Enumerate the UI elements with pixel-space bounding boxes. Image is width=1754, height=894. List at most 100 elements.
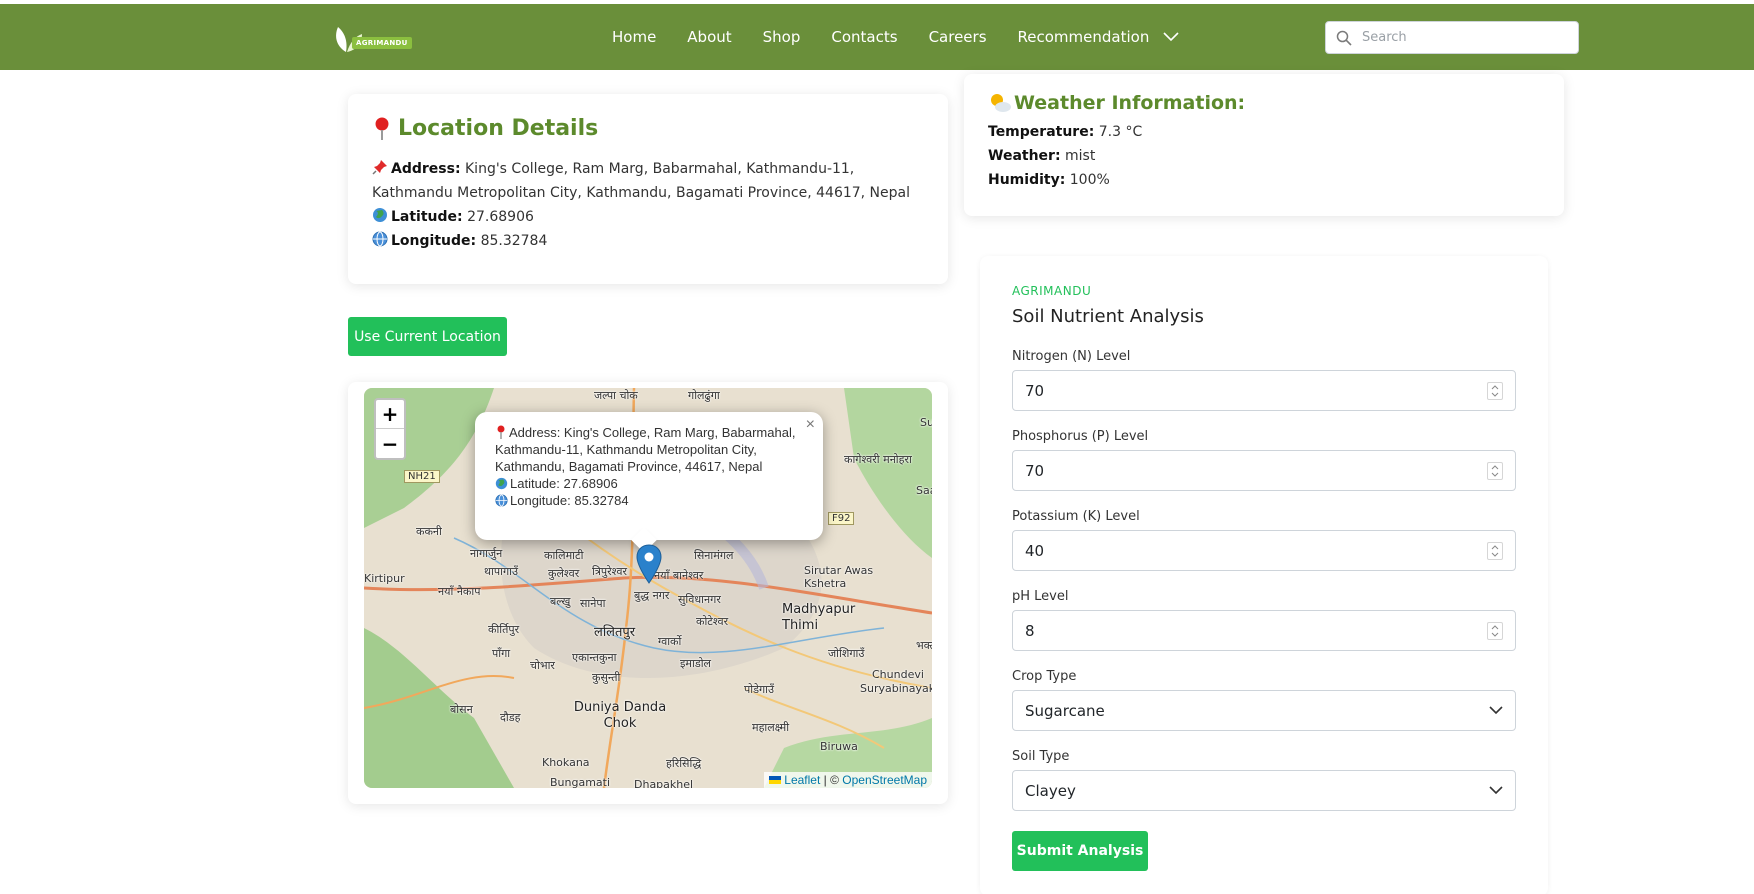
map-label: जल्पा चोक (594, 389, 638, 402)
map-label: कुसुन्ती (592, 671, 621, 684)
map-label: Madhyapur Thimi (782, 602, 856, 633)
map-label: बल्खु (550, 595, 571, 608)
crop-type-select[interactable]: Sugarcane (1012, 690, 1516, 731)
leaflet-link[interactable]: Leaflet (784, 773, 820, 787)
map-label: हरिसिद्धि (666, 757, 702, 770)
soil-type-select[interactable]: Clayey (1012, 770, 1516, 811)
potassium-value: 40 (1025, 541, 1045, 560)
location-details-card: Location Details Address: King's College… (348, 94, 948, 284)
nav-shop[interactable]: Shop (763, 28, 801, 46)
submit-analysis-button[interactable]: Submit Analysis (1012, 831, 1148, 871)
popup-longitude: Longitude: 85.32784 (495, 492, 803, 509)
search-box[interactable] (1325, 21, 1579, 54)
map-road-tag: F92 (828, 512, 855, 525)
map-label: सिनामंगल (694, 549, 734, 562)
nav-contacts[interactable]: Contacts (831, 28, 897, 46)
humidity-value: 100% (1069, 172, 1110, 188)
potassium-field: Potassium (K) Level 40 (1012, 509, 1516, 571)
map-label: Saa (916, 484, 932, 497)
soil-type-field: Soil Type Clayey (1012, 749, 1516, 811)
map-road-tag: NH21 (404, 470, 440, 483)
nav-careers[interactable]: Careers (929, 28, 987, 46)
latitude-line: Latitude: 27.68906 (372, 205, 924, 229)
number-spinner-icon[interactable] (1487, 381, 1503, 400)
map-marker-icon[interactable] (636, 544, 662, 584)
map-label: कोटेश्वर (696, 615, 729, 628)
map-label: सुविधानगर (678, 593, 721, 606)
map-label: Bungamati (550, 776, 611, 788)
nav-home[interactable]: Home (612, 28, 656, 46)
map-label: Duniya Danda Chok (573, 700, 667, 731)
phosphorus-input[interactable]: 70 (1012, 450, 1516, 491)
map-label: एकान्तकुना (572, 651, 617, 664)
map-label: कागेश्वरी मनोहरा (844, 453, 912, 466)
openstreetmap-link[interactable]: OpenStreetMap (842, 773, 927, 787)
map-card: जल्पा चोक गोलढुंगा NH21 कागेश्वरी मनोहरा… (348, 382, 948, 804)
map-label: कीर्तिपुर (488, 623, 520, 636)
chevron-down-icon (1163, 32, 1179, 42)
soil-analysis-card: AGRIMANDU Soil Nutrient Analysis Nitroge… (980, 256, 1548, 894)
map-label: कालिमाटी (544, 549, 584, 562)
pushpin-icon (372, 160, 387, 175)
potassium-label: Potassium (K) Level (1012, 509, 1140, 524)
location-title-text: Location Details (398, 116, 599, 141)
weather-value: mist (1065, 148, 1096, 164)
chevron-down-icon (1489, 786, 1503, 795)
number-spinner-icon[interactable] (1487, 461, 1503, 480)
map-label: इमाडोल (680, 657, 712, 670)
top-navbar: AGRIMANDU Home About Shop Contacts Caree… (0, 4, 1754, 70)
nitrogen-field: Nitrogen (N) Level 70 (1012, 349, 1516, 411)
crop-type-value: Sugarcane (1025, 701, 1105, 720)
ph-value: 8 (1025, 621, 1035, 640)
zoom-control: + − (374, 398, 406, 460)
map-label: पाँगा (492, 647, 511, 660)
popup-close-icon[interactable]: × (806, 416, 815, 434)
ukraine-flag-icon (768, 776, 781, 784)
map-popup: × Address: King's College, Ram Marg, Bab… (475, 412, 823, 540)
nav-about[interactable]: About (687, 28, 731, 46)
map-label: पोडेगाउँ (744, 683, 775, 696)
map-label: बोसन (450, 703, 473, 716)
phosphorus-field: Phosphorus (P) Level 70 (1012, 429, 1516, 491)
map-pin-icon (375, 117, 389, 140)
map-view[interactable]: जल्पा चोक गोलढुंगा NH21 कागेश्वरी मनोहरा… (364, 388, 932, 788)
humidity-line: Humidity: 100% (988, 168, 1540, 192)
map-label: Chundevi (872, 668, 924, 681)
zoom-out-button[interactable]: − (376, 429, 404, 458)
nitrogen-value: 70 (1025, 381, 1045, 400)
ph-field: pH Level 8 (1012, 589, 1516, 651)
map-label: गोलढुंगा (688, 389, 720, 402)
form-title: Soil Nutrient Analysis (1012, 306, 1204, 327)
map-label: सानेपा (580, 597, 606, 610)
globe-meridians-icon (495, 494, 508, 507)
crop-type-field: Crop Type Sugarcane (1012, 669, 1516, 731)
globe-meridians-icon (372, 231, 388, 247)
ph-input[interactable]: 8 (1012, 610, 1516, 651)
potassium-input[interactable]: 40 (1012, 530, 1516, 571)
attribution-separator: | © (823, 773, 839, 787)
longitude-label: Longitude: (391, 233, 477, 249)
map-label: ककनी (416, 525, 442, 538)
popup-latitude: Latitude: 27.68906 (495, 475, 803, 492)
nitrogen-input[interactable]: 70 (1012, 370, 1516, 411)
search-input[interactable] (1362, 30, 1562, 45)
weather-title-text: Weather Information: (1014, 92, 1246, 114)
nav-recommendation-label: Recommendation (1017, 28, 1150, 46)
longitude-value: 85.32784 (480, 233, 548, 249)
map-label: दौडह (500, 711, 521, 724)
zoom-in-button[interactable]: + (376, 400, 404, 429)
nav-recommendation-dropdown[interactable]: Recommendation (1018, 28, 1180, 46)
use-current-location-button[interactable]: Use Current Location (348, 317, 507, 356)
temperature-label: Temperature: (988, 124, 1095, 140)
popup-longitude-text: Longitude: 85.32784 (510, 493, 629, 508)
number-spinner-icon[interactable] (1487, 541, 1503, 560)
globe-icon (495, 477, 508, 490)
agrimandu-logo[interactable]: AGRIMANDU (330, 22, 412, 56)
map-label: भक्त (916, 639, 932, 652)
map-label: बुद्ध नगर (634, 589, 670, 602)
globe-icon (373, 208, 387, 222)
phosphorus-value: 70 (1025, 461, 1045, 480)
map-label: Suryabinayak (860, 682, 932, 695)
number-spinner-icon[interactable] (1487, 621, 1503, 640)
sun-behind-cloud-icon (991, 94, 1011, 112)
